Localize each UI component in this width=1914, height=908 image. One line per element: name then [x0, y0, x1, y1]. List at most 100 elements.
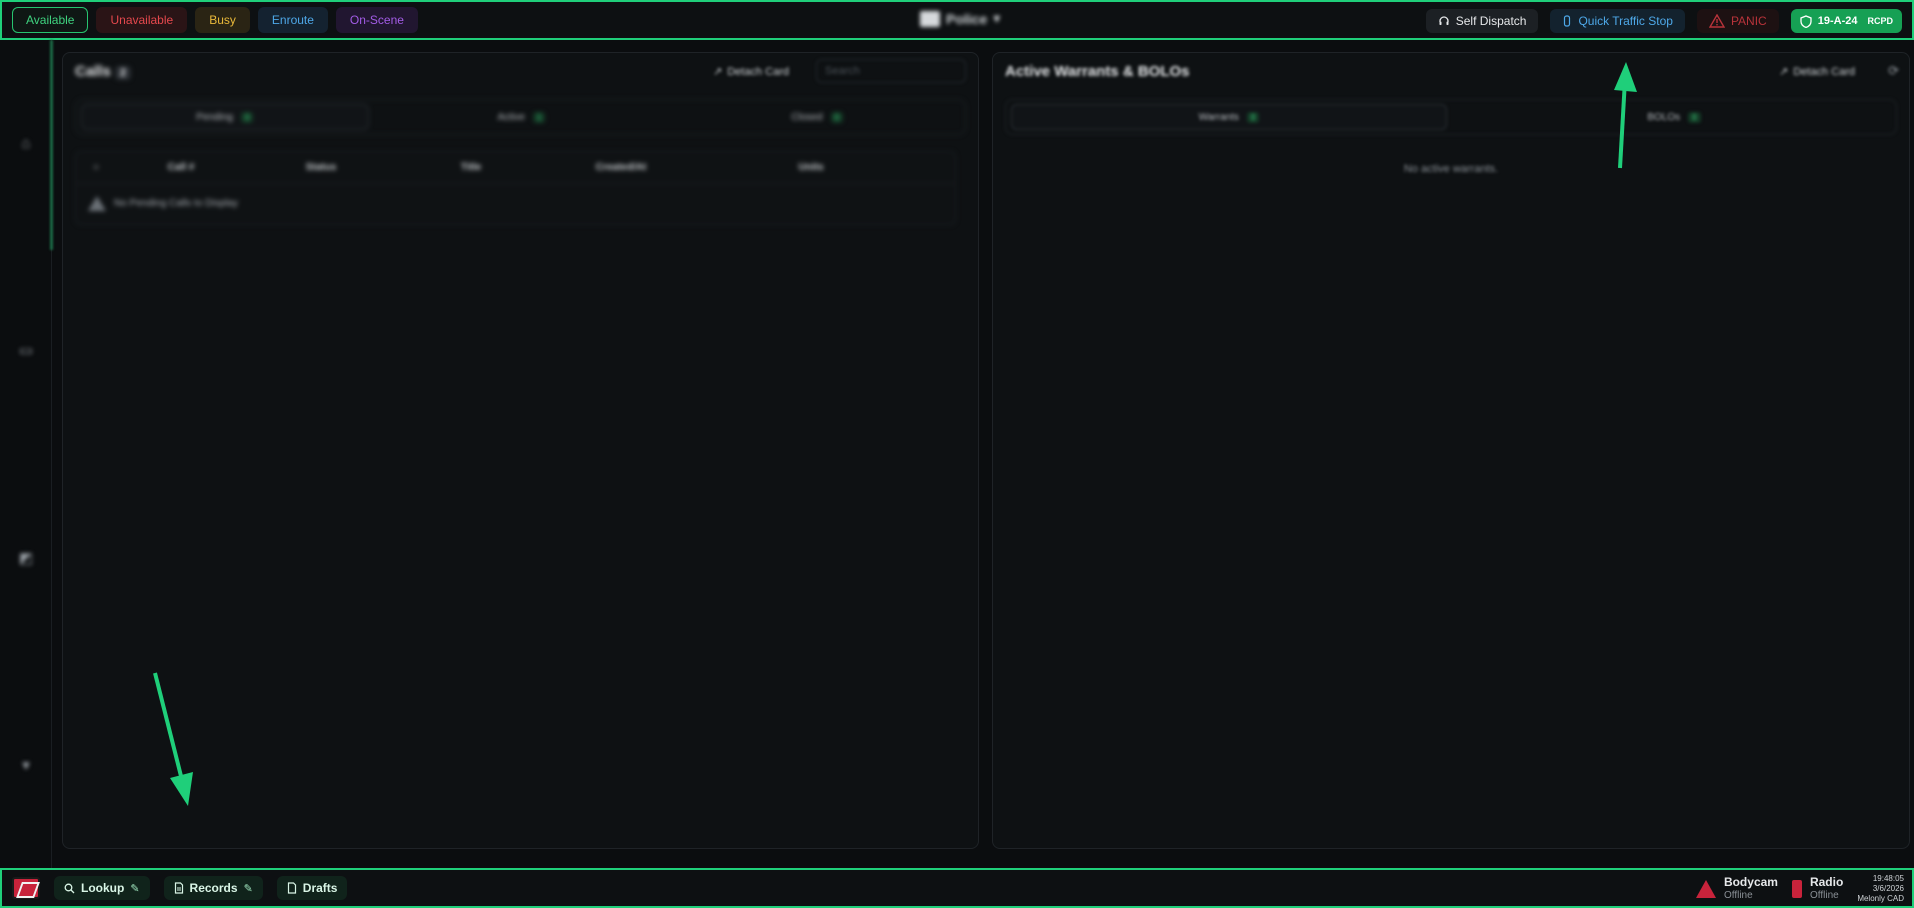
select-all-checkbox[interactable]: ○: [76, 162, 116, 173]
self-dispatch-label: Self Dispatch: [1455, 14, 1527, 28]
radio-icon: [1791, 880, 1802, 898]
calls-title-text: Calls: [75, 63, 111, 80]
tab-closed-label: Closed: [791, 111, 823, 123]
refresh-icon[interactable]: ⟳: [1888, 63, 1899, 79]
tab-closed[interactable]: Closed 0: [674, 104, 960, 130]
unit-callsign: 19-A-24: [1817, 15, 1858, 27]
car-icon[interactable]: ◩: [17, 550, 35, 567]
warning-icon: [88, 195, 106, 211]
annotation-arrow-down: [153, 672, 193, 806]
tab-bolos-count: 0: [1688, 111, 1701, 123]
map-pin-icon[interactable]: ▾: [17, 757, 35, 774]
warrants-panel: Active Warrants & BOLOs ↗ Detach Card ⟳ …: [992, 52, 1910, 849]
shield-icon: [1800, 14, 1812, 28]
calls-search-input[interactable]: Search: [816, 59, 966, 83]
calls-detach-button[interactable]: ↗ Detach Card: [713, 65, 789, 79]
radio-status[interactable]: Radio Offline: [1791, 875, 1844, 902]
tab-active[interactable]: Active 1: [379, 104, 665, 130]
tab-closed-count: 0: [830, 111, 843, 123]
clock-app: Melonly CAD: [1857, 894, 1904, 903]
self-dispatch-button[interactable]: Self Dispatch: [1425, 9, 1539, 33]
col-call-number[interactable]: Call #: [116, 162, 246, 173]
calls-empty-row: No Pending Calls to Display: [76, 184, 955, 222]
records-label: Records: [189, 881, 238, 895]
drafts-label: Drafts: [302, 881, 338, 895]
clock-time: 19:48:05: [1872, 874, 1904, 883]
calls-table: ○ Call # Status Title Created/At Units N…: [75, 151, 956, 225]
bottom-bar: Lookup ✎ Records ✎ Drafts Bodycam Offlin…: [0, 868, 1914, 908]
status-unavailable-button[interactable]: Unavailable: [96, 7, 188, 33]
warning-icon: [1708, 14, 1725, 28]
bodycam-status[interactable]: Bodycam Offline: [1695, 875, 1778, 902]
tab-pending-label: Pending: [196, 111, 233, 123]
col-title[interactable]: Title: [396, 162, 546, 173]
agency-logo: [920, 10, 940, 27]
headset-icon: [1439, 16, 1449, 25]
tab-active-label: Active: [497, 111, 525, 123]
calls-title: Calls 2: [75, 63, 131, 80]
drafts-button[interactable]: Drafts: [276, 876, 348, 900]
id-card-icon[interactable]: ▭: [17, 342, 35, 359]
calls-count: 2: [114, 66, 131, 80]
tab-pending-count: 0: [240, 111, 254, 123]
panic-label: PANIC: [1730, 14, 1767, 28]
warrants-tabs: Warrants 0 BOLOs 0: [1005, 99, 1897, 135]
tab-warrants[interactable]: Warrants 0: [1011, 104, 1447, 130]
agency-name: Police: [946, 10, 988, 27]
warrants-detach-button[interactable]: ↗ Detach Card: [1779, 65, 1855, 79]
col-status[interactable]: Status: [246, 162, 396, 173]
chevron-down-icon: ▾: [993, 10, 1001, 26]
warrants-empty-message: No active warrants.: [1403, 163, 1499, 175]
agency-selector[interactable]: Police ▾: [920, 10, 1000, 27]
status-group: Available Unavailable Busy Enroute On-Sc…: [12, 7, 418, 33]
quick-traffic-stop-button[interactable]: Quick Traffic Stop: [1550, 9, 1685, 33]
file-icon: [287, 882, 296, 894]
calls-panel: Calls 2 ↗ Detach Card Search Pending 0 Ac…: [62, 52, 979, 849]
unit-agency: RCPD: [1867, 16, 1893, 26]
device-status-group: Bodycam Offline Radio Offline 19:48:05 3…: [1695, 874, 1904, 904]
radio-name: Radio: [1809, 875, 1844, 889]
clock-date: 3/6/2026: [1872, 884, 1904, 893]
top-bar: Available Unavailable Busy Enroute On-Sc…: [0, 0, 1914, 40]
radio-state: Offline: [1809, 890, 1839, 901]
lookup-label: Lookup: [81, 881, 125, 895]
top-actions: Self Dispatch Quick Traffic Stop PANIC 1…: [1425, 9, 1902, 33]
tab-pending[interactable]: Pending 0: [81, 104, 369, 130]
clock: 19:48:05 3/6/2026 Melonly CAD: [1857, 874, 1904, 904]
tab-bolos[interactable]: BOLOs 0: [1457, 104, 1891, 130]
calls-empty-message: No Pending Calls to Display: [114, 197, 238, 209]
search-icon: [64, 883, 75, 893]
lookup-button[interactable]: Lookup ✎: [54, 876, 150, 900]
panic-button[interactable]: PANIC: [1696, 9, 1779, 33]
calls-search-placeholder: Search: [825, 65, 860, 77]
bodycam-icon: [1695, 880, 1716, 898]
rail-active-indicator: [50, 40, 53, 250]
warrants-detach-label: Detach Card: [1793, 65, 1855, 78]
calls-detach-label: Detach Card: [727, 65, 789, 78]
bodycam-name: Bodycam: [1723, 875, 1778, 889]
status-enroute-button[interactable]: Enroute: [257, 7, 328, 33]
col-created-at[interactable]: Created/At: [546, 162, 696, 173]
records-button[interactable]: Records ✎: [163, 876, 263, 900]
quick-traffic-stop-label: Quick Traffic Stop: [1578, 14, 1673, 28]
calls-tabs: Pending 0 Active 1 Closed 0: [75, 99, 966, 135]
status-available-button[interactable]: Available: [12, 7, 89, 33]
unit-badge[interactable]: 19-A-24 RCPD: [1790, 9, 1902, 33]
col-units[interactable]: Units: [696, 162, 926, 173]
tab-warrants-count: 0: [1246, 111, 1260, 123]
external-link-icon: ↗: [713, 66, 723, 78]
document-icon: [174, 882, 183, 894]
warrants-title: Active Warrants & BOLOs: [1005, 63, 1190, 80]
pin-icon[interactable]: ✎: [244, 882, 253, 895]
external-link-icon: ↗: [1779, 66, 1789, 78]
calls-table-header: ○ Call # Status Title Created/At Units: [76, 152, 955, 184]
pin-icon[interactable]: ✎: [130, 882, 139, 895]
bodycam-state: Offline: [1723, 890, 1753, 901]
status-onscene-button[interactable]: On-Scene: [335, 7, 418, 33]
home-icon[interactable]: ⌂: [17, 135, 35, 152]
tab-warrants-label: Warrants: [1198, 111, 1239, 123]
status-busy-button[interactable]: Busy: [195, 7, 250, 33]
cad-logo[interactable]: [12, 877, 40, 899]
tab-active-count: 1: [532, 111, 546, 123]
tab-bolos-label: BOLOs: [1647, 111, 1681, 123]
